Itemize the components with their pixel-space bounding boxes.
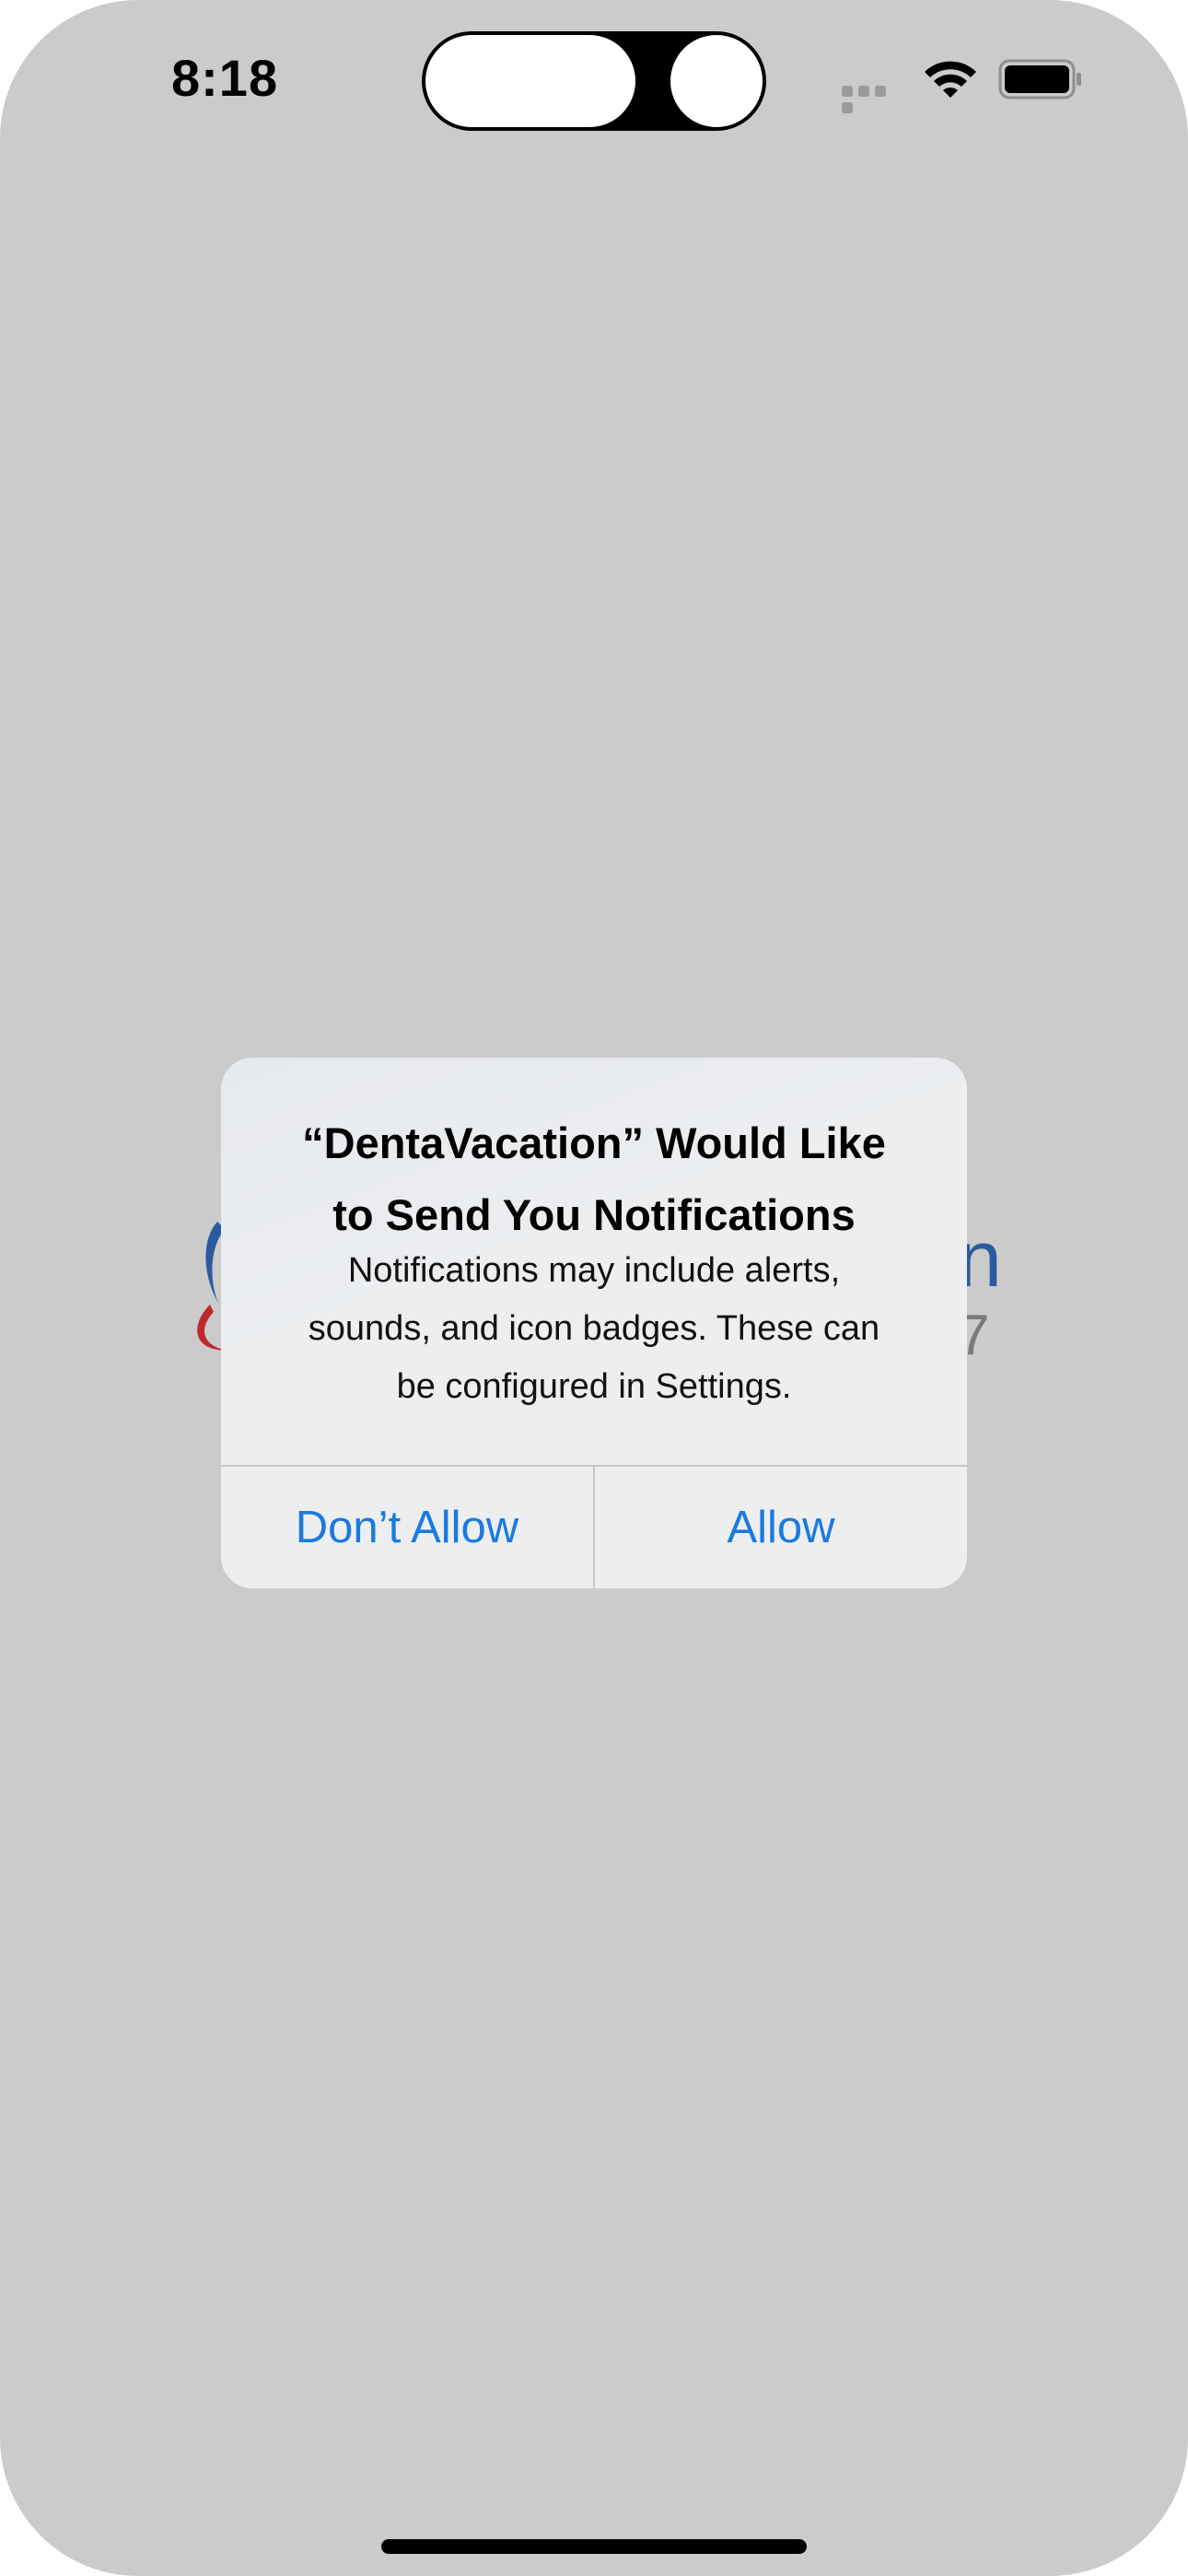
allow-button[interactable]: Allow <box>595 1467 967 1588</box>
home-indicator[interactable] <box>381 2539 807 2554</box>
island-pill-right <box>670 35 763 127</box>
alert-title-line: to Send You Notifications <box>332 1190 856 1239</box>
alert-message: Notifications may include alerts, sounds… <box>258 1242 930 1416</box>
battery-icon <box>998 59 1081 100</box>
island-pill-left <box>425 35 635 127</box>
alert-title: “DentaVacation” Would Like to Send You N… <box>249 1107 939 1251</box>
alert-message-line: be configured in Settings. <box>396 1367 792 1406</box>
phone-screen: 8:18 n 7 “DentaVacation” Would Like to S… <box>0 0 1188 2576</box>
alert-title-line: “DentaVacation” Would Like <box>302 1118 886 1167</box>
cellular-signal-icon <box>842 85 906 113</box>
alert-message-line: sounds, and icon badges. These can <box>308 1309 880 1348</box>
wifi-icon <box>925 61 976 98</box>
status-time: 8:18 <box>171 49 279 107</box>
alert-message-line: Notifications may include alerts, <box>347 1251 841 1290</box>
dont-allow-button[interactable]: Don’t Allow <box>221 1467 593 1588</box>
notification-permission-alert: “DentaVacation” Would Like to Send You N… <box>221 1058 967 1588</box>
